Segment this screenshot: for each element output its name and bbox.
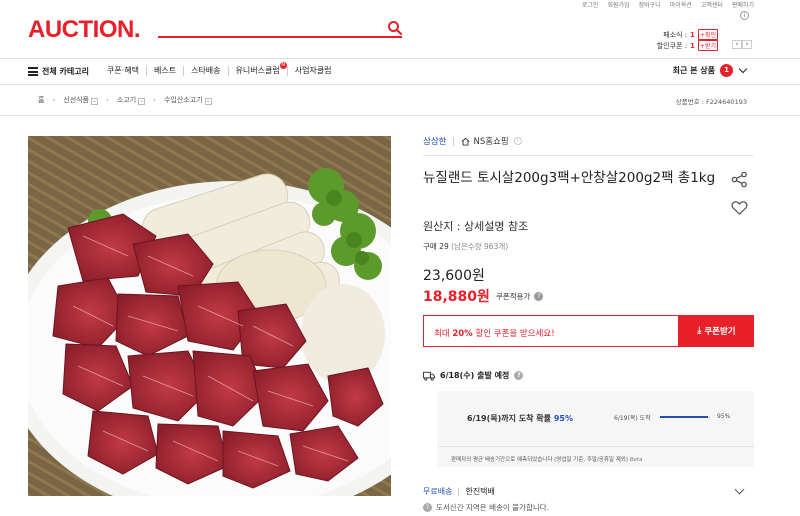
sell-link[interactable]: 판매하기 [732,0,754,9]
delivery-row: 무료배송 한진택배 [423,486,495,497]
all-categories-button[interactable]: 전체 카테고리 [42,66,89,77]
recent-viewed-label: 최근 본 상품 [672,66,715,75]
product-photo [28,136,391,496]
nav-item-label: 유니버스클럽 [235,66,280,75]
cart-link[interactable]: 장바구니 [639,0,661,9]
island-delivery-note: ? 도서산간 지역은 배송이 불가합니다. [423,502,549,513]
benefit-count: 1 [690,41,695,50]
search-icon[interactable] [387,20,403,36]
nav-item-star-delivery[interactable]: 스타배송 [183,66,227,76]
info-icon[interactable]: i [740,11,749,20]
help-icon[interactable]: ? [423,503,432,512]
benefit-label: 할인쿠폰 : [656,41,688,50]
my-auction-link[interactable]: 마이옥션 [670,0,692,9]
benefit-label: 페소식 : [663,30,688,39]
truck-icon [423,371,435,381]
menu-icon[interactable] [28,67,38,76]
heart-icon[interactable] [731,200,748,216]
arrival-probability-bar [660,416,710,418]
arrival-probability: 6/19(목)까지 도착 확률 95% [467,414,573,423]
divider [423,155,754,156]
benefit-check-button[interactable]: +확인 [697,29,718,40]
utility-links: 로그인 회원가입 장바구니 마이옥션 고객센터 판매하기 [582,0,754,9]
chevron-down-icon[interactable] [734,484,745,495]
nav-item-universe-club[interactable]: 유니버스클럽 N [227,62,287,76]
nav-item-best[interactable]: 베스트 [145,66,183,76]
breadcrumb-level-2[interactable]: 소고기 ⌄ [117,95,146,105]
arrival-note: 판매자의 평균 배송기간으로 예측되었습니다 (영업일 기준, 주말/공휴일 제… [451,457,643,463]
coupon-applied-label: 쿠폰적용가 [495,291,531,301]
chevron-right-icon: › [513,137,522,145]
origin-text: 원산지 : 상세설명 참조 [423,220,529,233]
benefit-pager: ‹ › [732,40,752,49]
dropdown-icon: ⌄ [204,98,212,105]
auction-logo[interactable]: AUCTION. [28,16,141,44]
remaining-stock: (남은수량 963개) [451,242,509,251]
get-coupon-label: 쿠폰받기 [704,327,736,337]
shipping-departure: 6/18(수) 출발 예정 ? [423,370,524,381]
arrival-bar-percent: 95% [717,413,731,420]
benefit-count: 1 [690,30,695,39]
seller-row: 삼삼한 NS홈쇼핑 › [423,135,522,147]
arrival-bar-date: 6/19(목) 도착 [614,415,651,422]
product-image[interactable] [28,136,391,496]
store-link[interactable]: NS홈쇼핑 › [461,135,522,147]
breadcrumb-home[interactable]: 홈 [38,95,44,105]
courier-name: 한진택배 [465,487,495,496]
search-input[interactable] [158,36,402,38]
benefit-get-button[interactable]: +받기 [697,40,718,51]
seller-link[interactable]: 삼삼한 [423,135,446,147]
nav-item-coupon[interactable]: 쿠폰·혜택 [107,66,146,76]
breadcrumb-level-3[interactable]: 수입산소고기 ⌄ [164,95,212,105]
coupon-banner: 최대 20% 할인 쿠폰을 받으세요! [423,315,679,347]
new-badge: N [279,62,287,69]
sale-price: 18,880원 [423,289,490,305]
arrival-probability-box: 6/19(목)까지 도착 확률 95% 6/19(목) 도착 95% 판매자의 … [437,391,754,467]
category-nav: 전체 카테고리 쿠폰·혜택 베스트 스타배송 유니버스클럽 N 사업자클럽 최근 … [0,58,800,85]
coupon-percent: 20% [452,329,473,339]
get-coupon-button[interactable]: ⤓ 쿠폰받기 [679,315,754,347]
download-icon: ⤓ [697,326,702,336]
departure-date: 6/18(수) 출발 예정 [440,371,510,380]
next-arrow-icon[interactable]: › [742,40,752,49]
share-icon[interactable] [731,171,748,188]
product-number: 상품번호 : F224640193 [675,98,747,106]
store-name: NS홈쇼핑 [473,137,509,147]
product-title: 뉴질랜드 토시살200g3팩+안창살200g2팩 총1kg [423,170,716,186]
breadcrumb: 홈 › 신선식품 ⌄ › 소고기 ⌄ › 수입산소고기 ⌄ [38,95,212,105]
breadcrumb-level-1[interactable]: 신선식품 ⌄ [63,95,99,105]
benefit-coupon: 할인쿠폰 : 1 +받기 [657,40,718,51]
free-shipping-label: 무료배송 [423,487,453,496]
divider [0,115,800,116]
login-link[interactable]: 로그인 [582,0,599,9]
help-icon[interactable]: ? [534,291,544,301]
chevron-down-icon [738,64,748,73]
dropdown-icon: ⌄ [138,98,146,105]
prev-arrow-icon[interactable]: ‹ [732,40,742,49]
dropdown-icon: ⌄ [91,98,99,105]
sale-price-row: 18,880원 쿠폰적용가 ? [423,286,544,306]
nav-item-business-club[interactable]: 사업자클럽 [286,66,339,76]
recent-viewed-button[interactable]: 최근 본 상품 1 [672,64,748,77]
help-icon[interactable]: ? [514,371,524,380]
original-price: 23,600원 [423,268,485,284]
benefit-news: 페소식 : 1 +확인 [663,29,718,40]
beta-label: Beta [629,457,643,463]
recent-viewed-count: 1 [720,64,733,77]
signup-link[interactable]: 회원가입 [608,0,630,9]
customer-center-link[interactable]: 고객센터 [701,0,723,9]
purchase-count: 구매 29 (남은수량 963개) [423,242,509,251]
store-house-icon [462,137,470,146]
